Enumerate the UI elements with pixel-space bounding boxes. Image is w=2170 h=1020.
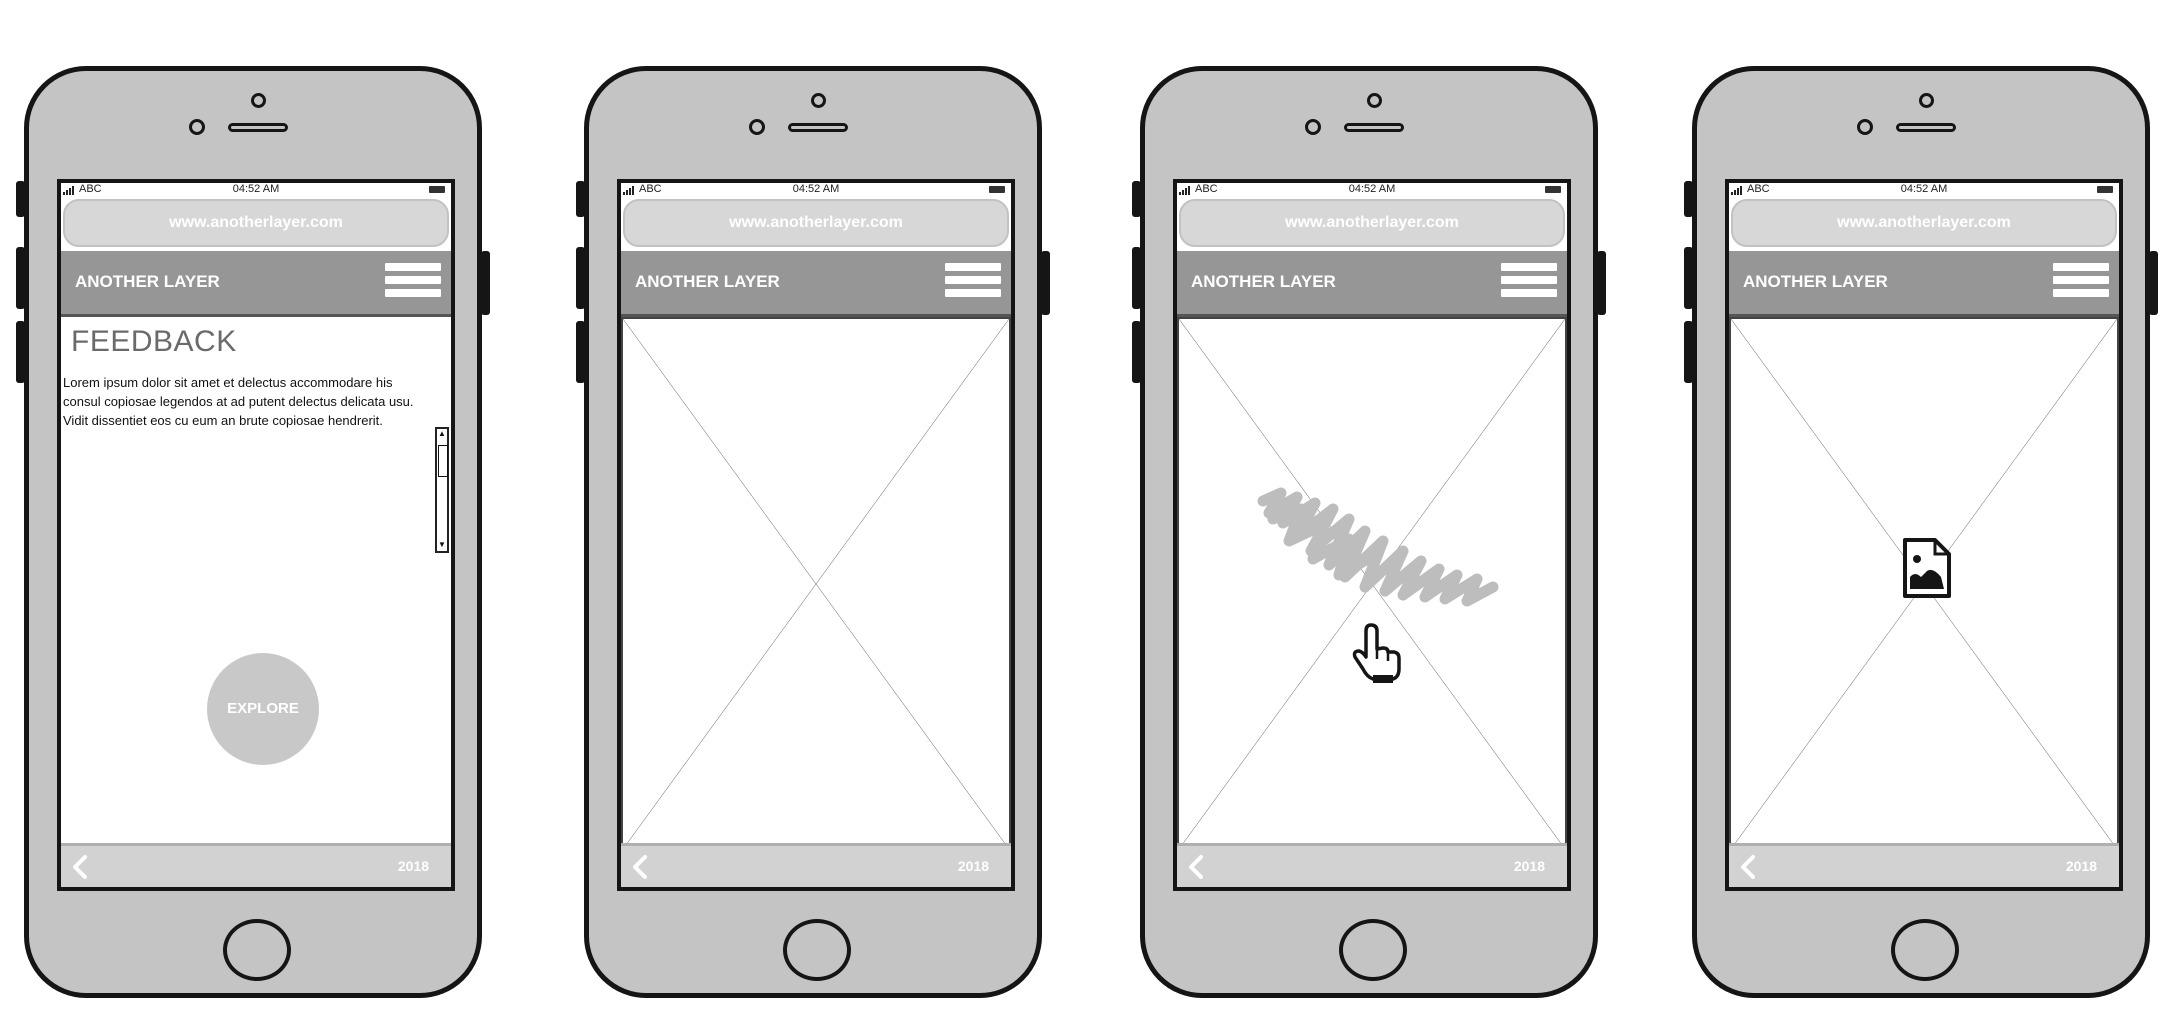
volume-down-button [16,321,25,383]
phone-screen: ABC 04:52 AM www.anotherlayer.com ANOTHE… [617,179,1015,891]
explore-button[interactable]: EXPLORE [207,653,319,765]
footer-year: 2018 [1513,858,1545,874]
footer-bar: 2018 [61,843,451,887]
back-chevron-icon[interactable] [629,853,653,881]
front-sensor [1919,93,1934,108]
home-button[interactable] [1891,919,1959,981]
url-bar[interactable]: www.anotherlayer.com [1731,199,2117,247]
brand-title[interactable]: ANOTHER LAYER [1191,251,1336,313]
front-camera [1857,119,1873,135]
phone-screen: ABC 04:52 AM www.anotherlayer.com ANOTHE… [1725,179,2123,891]
footer-bar: 2018 [621,843,1011,887]
earpiece-speaker [1896,123,1956,132]
scroll-up-arrow-icon[interactable]: ▲ [437,429,447,440]
hand-pointer-icon [1352,623,1401,683]
status-bar: ABC 04:52 AM [1729,183,2119,197]
front-sensor [1367,93,1382,108]
image-file-icon [1903,538,1951,598]
battery-icon [2097,186,2113,193]
front-sensor [251,93,266,108]
scroll-thumb[interactable] [438,445,448,477]
status-time: 04:52 AM [1900,183,1948,195]
phone-screen: ABC 04:52 AM www.anotherlayer.com ANOTHE… [57,179,455,891]
scroll-down-arrow-icon[interactable]: ▼ [437,540,447,551]
status-time: 04:52 AM [232,183,280,195]
status-time: 04:52 AM [792,183,840,195]
nav-bar: ANOTHER LAYER [1177,251,1567,317]
front-camera [189,119,205,135]
nav-bar: ANOTHER LAYER [61,251,451,317]
footer-bar: 2018 [1177,843,1567,887]
scribble-highlight [1257,487,1499,607]
phone-screen: ABC 04:52 AM www.anotherlayer.com ANOTHE… [1173,179,1571,891]
phone-mockup-image-placeholder: ABC 04:52 AM www.anotherlayer.com ANOTHE… [576,66,1050,998]
url-bar[interactable]: www.anotherlayer.com [623,199,1009,247]
hamburger-menu-icon[interactable] [385,263,441,307]
footer-year: 2018 [397,858,429,874]
home-button[interactable] [783,919,851,981]
image-placeholder [621,317,1011,851]
brand-title[interactable]: ANOTHER LAYER [75,251,220,313]
volume-up-button [576,247,585,309]
mute-switch [16,181,25,217]
footer-bar: 2018 [1729,843,2119,887]
earpiece-speaker [1344,123,1404,132]
volume-up-button [1684,247,1693,309]
hamburger-menu-icon[interactable] [1501,263,1557,307]
back-chevron-icon[interactable] [69,853,93,881]
volume-up-button [1132,247,1141,309]
phone-mockup-image-file: ABC 04:52 AM www.anotherlayer.com ANOTHE… [1684,66,2158,998]
image-placeholder[interactable] [1177,317,1567,851]
front-camera [749,119,765,135]
feedback-text: Lorem ipsum dolor sit amet et delectus a… [63,375,414,428]
url-bar[interactable]: www.anotherlayer.com [1179,199,1565,247]
brand-title[interactable]: ANOTHER LAYER [1743,251,1888,313]
phone-mockup-feedback: ABC 04:52 AM www.anotherlayer.com ANOTHE… [16,66,490,998]
back-chevron-icon[interactable] [1185,853,1209,881]
volume-down-button [1684,321,1693,383]
footer-year: 2018 [2065,858,2097,874]
status-bar: ABC 04:52 AM [61,183,451,197]
nav-bar: ANOTHER LAYER [621,251,1011,317]
placeholder-cross [623,319,1009,849]
battery-icon [1545,186,1561,193]
image-placeholder [1729,317,2119,851]
mute-switch [1132,181,1141,217]
power-button [1597,251,1606,315]
volume-down-button [576,321,585,383]
front-sensor [811,93,826,108]
front-camera [1305,119,1321,135]
power-button [2149,251,2158,315]
home-button[interactable] [223,919,291,981]
power-button [1041,251,1050,315]
battery-icon [989,186,1005,193]
power-button [481,251,490,315]
earpiece-speaker [228,123,288,132]
back-chevron-icon[interactable] [1737,853,1761,881]
hamburger-menu-icon[interactable] [2053,263,2109,307]
text-scrollbar[interactable]: ▲ ▼ [435,427,449,553]
status-bar: ABC 04:52 AM [621,183,1011,197]
mute-switch [576,181,585,217]
url-bar[interactable]: www.anotherlayer.com [63,199,449,247]
footer-year: 2018 [957,858,989,874]
brand-title[interactable]: ANOTHER LAYER [635,251,780,313]
home-button[interactable] [1339,919,1407,981]
feedback-content: FEEDBACK Lorem ipsum dolor sit amet et d… [61,317,451,851]
hamburger-menu-icon[interactable] [945,263,1001,307]
earpiece-speaker [788,123,848,132]
nav-bar: ANOTHER LAYER [1729,251,2119,317]
battery-icon [429,186,445,193]
page-title: FEEDBACK [71,325,237,358]
status-time: 04:52 AM [1348,183,1396,195]
volume-down-button [1132,321,1141,383]
volume-up-button [16,247,25,309]
mute-switch [1684,181,1693,217]
phone-mockup-tap-interaction: ABC 04:52 AM www.anotherlayer.com ANOTHE… [1132,66,1606,998]
status-bar: ABC 04:52 AM [1177,183,1567,197]
